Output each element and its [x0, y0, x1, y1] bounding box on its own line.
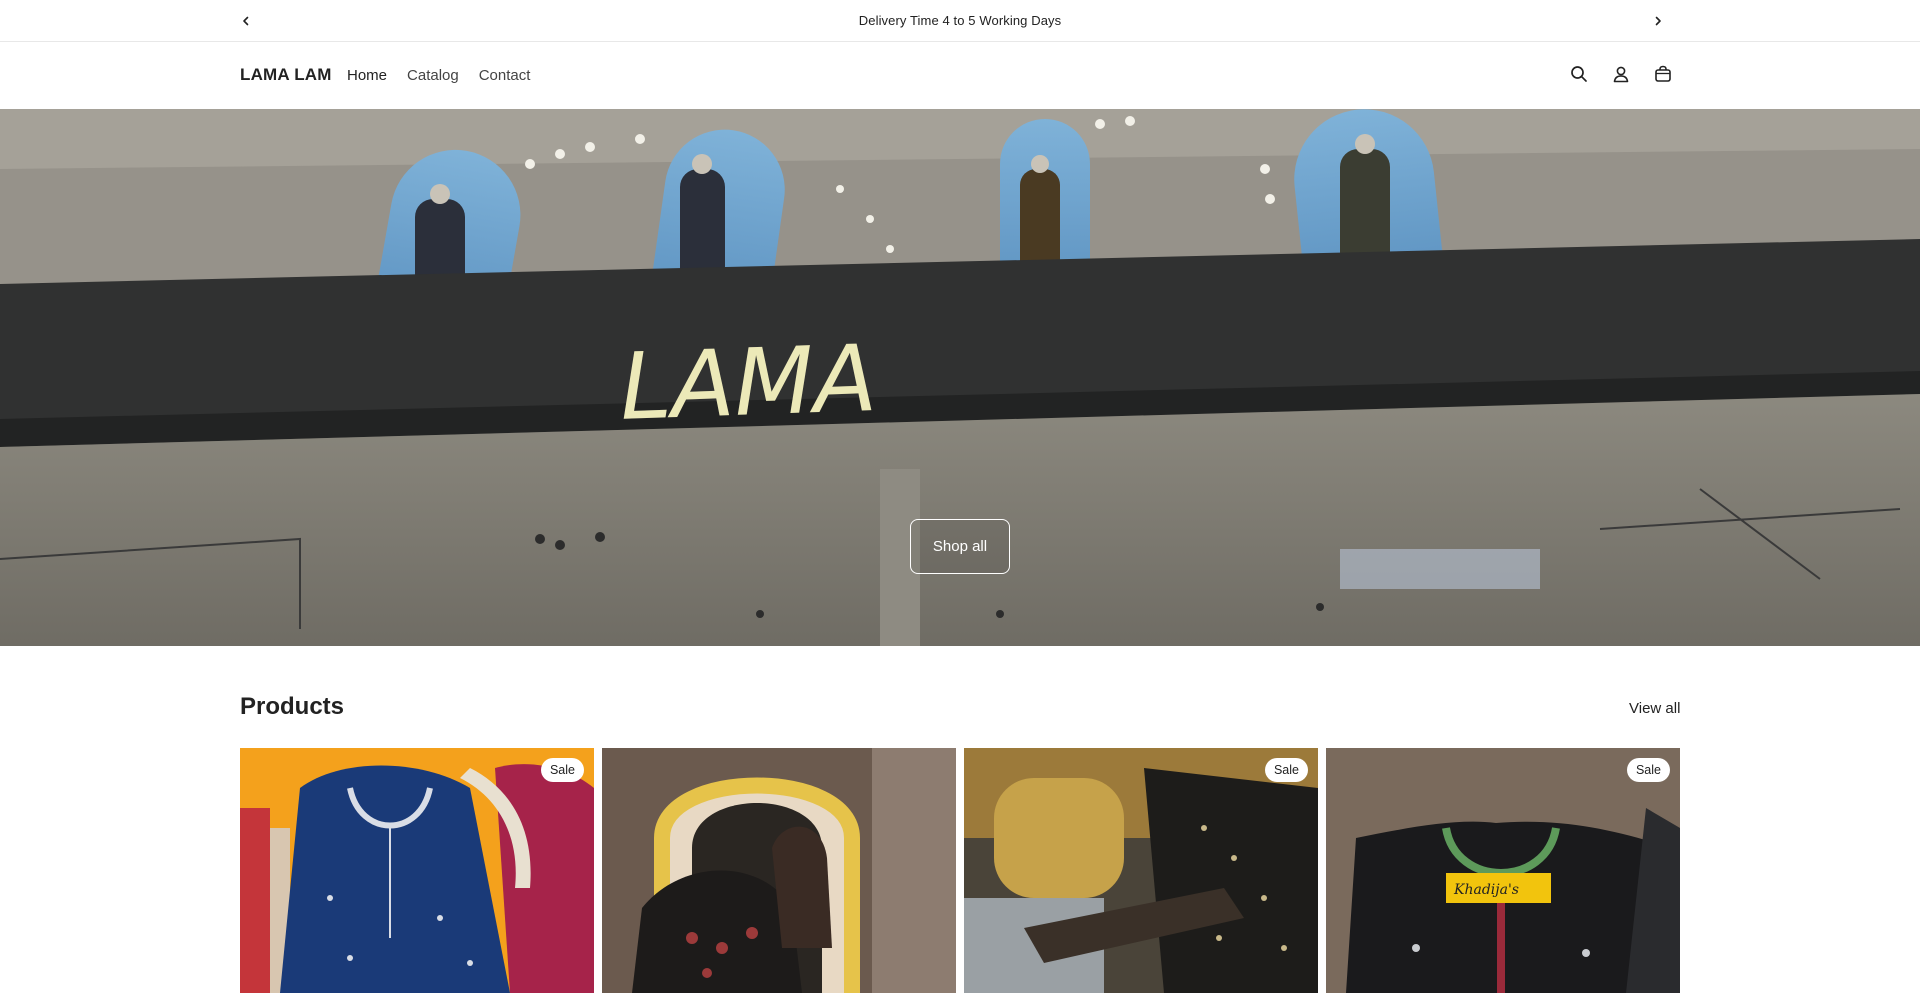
sale-badge: Sale — [540, 758, 584, 782]
store-logo[interactable]: LAMA LAM — [240, 65, 332, 85]
black-kurta-khadijas-label-photo: Khadija's — [1326, 748, 1680, 993]
header-icons — [1568, 63, 1674, 85]
shop-all-button[interactable]: Shop all — [910, 519, 1010, 574]
search-icon[interactable] — [1568, 63, 1590, 85]
navy-embroidered-kurta-photo — [240, 748, 594, 993]
products-heading: Products — [240, 693, 345, 720]
product-card[interactable]: Sale — [240, 748, 594, 993]
cart-icon[interactable] — [1652, 63, 1674, 85]
chevron-right-icon[interactable] — [1647, 10, 1669, 32]
sale-badge: Sale — [1626, 758, 1670, 782]
nav-catalog[interactable]: Catalog — [407, 67, 459, 84]
main-nav: Home Catalog Contact — [347, 67, 530, 84]
product-grid: Sale Sale Khadija's Sale — [240, 748, 1680, 993]
sale-badge: Sale — [1264, 758, 1308, 782]
nav-home[interactable]: Home — [347, 67, 387, 84]
woman-with-black-dress-mirror-photo — [602, 748, 956, 993]
khadijas-label-text: Khadija's — [1453, 882, 1519, 898]
product-card[interactable]: Sale — [964, 748, 1318, 993]
product-card[interactable] — [602, 748, 956, 993]
announcement-bar: Delivery Time 4 to 5 Working Days — [0, 0, 1920, 42]
account-icon[interactable] — [1610, 63, 1632, 85]
nav-contact[interactable]: Contact — [479, 67, 531, 84]
product-card[interactable]: Khadija's Sale — [1326, 748, 1680, 993]
view-all-link[interactable]: View all — [1629, 700, 1680, 717]
announcement-text: Delivery Time 4 to 5 Working Days — [858, 13, 1062, 28]
site-header: LAMA LAM Home Catalog Contact — [0, 43, 1920, 109]
store-sign-text: LAMA — [618, 325, 878, 441]
black-embroidered-suit-photo — [964, 748, 1318, 993]
hero-banner: LAMA Shop all — [0, 109, 1920, 646]
